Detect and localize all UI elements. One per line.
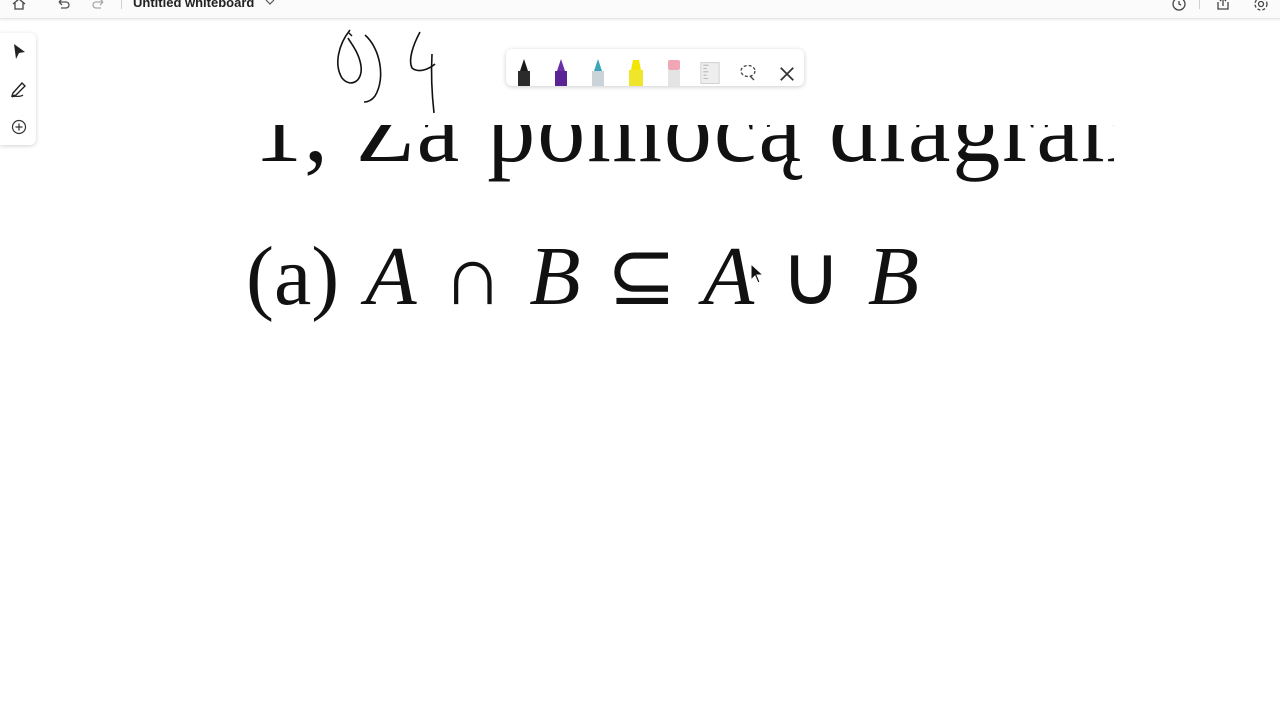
union-symbol: ∪ (780, 230, 842, 323)
heading-partial: 1, Za pomocą diagramó (254, 125, 1114, 182)
set-b: B (867, 230, 920, 323)
intersection-symbol: ∩ (442, 230, 504, 323)
set-b: B (529, 230, 581, 323)
set-a: A (702, 230, 755, 323)
subset-symbol: ⊆ (606, 230, 677, 323)
handwriting-ink (337, 29, 436, 114)
set-a: A (365, 230, 417, 323)
set-formula: (a) A ∩ B ⊆ A ∪ B (246, 226, 945, 336)
mouse-cursor-icon (750, 263, 765, 284)
formula-label: (a) (246, 230, 340, 323)
